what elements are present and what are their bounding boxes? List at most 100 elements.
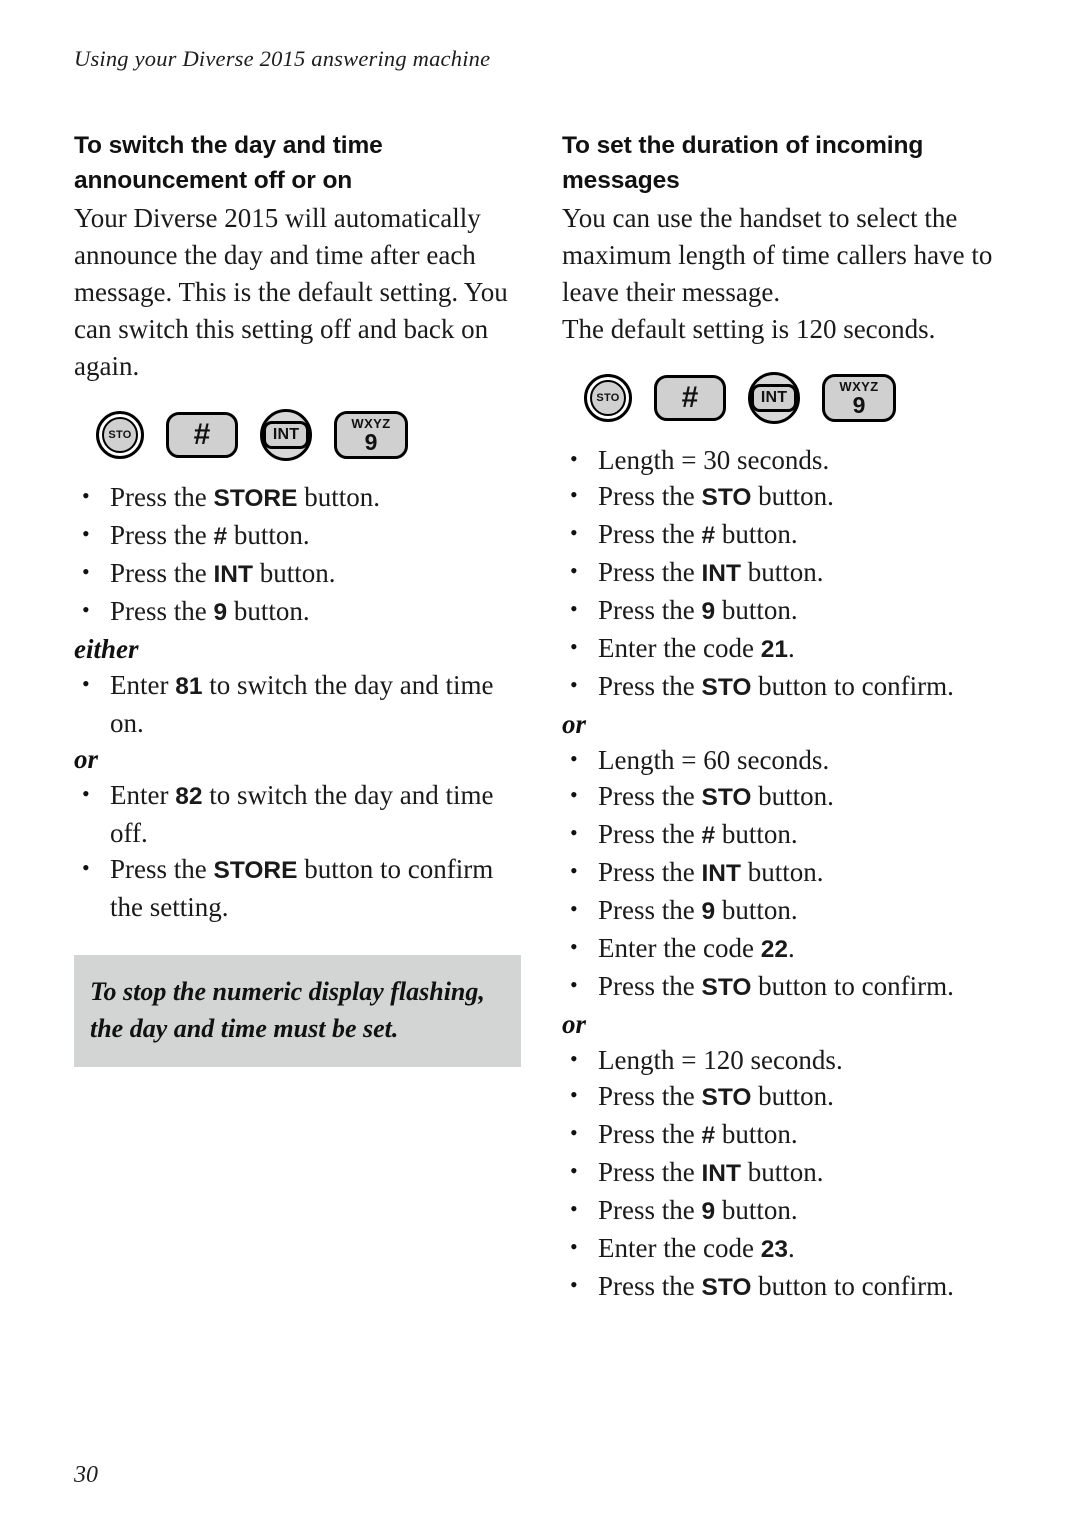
step-text: Press the xyxy=(598,857,702,887)
int-key-icon[interactable]: INT xyxy=(748,372,800,424)
step-text-tail: button. xyxy=(715,895,798,925)
step-key-token: STO xyxy=(701,974,752,1001)
step-text-tail: button to confirm. xyxy=(751,1271,954,1301)
step-key-token: STO xyxy=(701,784,752,811)
int-key-label: INT xyxy=(760,389,788,406)
step-text: Press the xyxy=(598,671,702,701)
step-key-token: STORE xyxy=(213,485,298,512)
step-text: Press the xyxy=(598,895,702,925)
step-text: Enter xyxy=(110,780,176,810)
step-key-token: 23 xyxy=(760,1236,788,1263)
step-item: Press the INT button. xyxy=(562,1153,1014,1192)
connector-or-left: or xyxy=(74,744,99,774)
step-text-tail: button. xyxy=(740,857,824,887)
step-text-tail: button. xyxy=(715,1195,798,1225)
nine-key-digit: 9 xyxy=(852,391,866,418)
step-item: Enter 82 to switch the day and time off. xyxy=(74,776,526,851)
step-text-tail: button. xyxy=(751,481,834,511)
store-key-icon[interactable]: STO xyxy=(584,374,632,422)
manual-page: Using your Diverse 2015 answering machin… xyxy=(0,0,1080,1529)
nine-key-letters: WXYZ xyxy=(351,415,391,431)
step-text-tail: . xyxy=(787,633,795,663)
hash-key-icon[interactable]: # xyxy=(166,412,238,458)
nine-key-digit: 9 xyxy=(364,428,378,455)
step-text: Press the xyxy=(598,971,702,1001)
note-callout-box: To stop the numeric display flashing, th… xyxy=(74,955,521,1067)
step-text: Press the xyxy=(110,854,214,884)
page-number: 30 xyxy=(74,1462,98,1488)
hash-key-label: # xyxy=(681,381,699,414)
step-item: Press the # button. xyxy=(562,515,1014,554)
right-keypad-sequence: STO # INT WXYZ 9 xyxy=(584,370,1014,426)
int-key-icon[interactable]: INT xyxy=(260,409,312,461)
step-text-tail: button to confirm. xyxy=(751,971,954,1001)
step-text: Press the xyxy=(598,1195,702,1225)
step-item: Press the STO button to confirm. xyxy=(562,967,1014,1006)
step-text: Press the xyxy=(598,781,702,811)
left-column: To switch the day and time announcement … xyxy=(74,128,526,1067)
step-text-tail: . xyxy=(787,933,795,963)
int-key-plate: INT xyxy=(263,421,309,449)
step-text: Press the xyxy=(598,519,702,549)
step-key-token: INT xyxy=(213,561,253,588)
step-text: Enter the code xyxy=(598,633,761,663)
store-key-icon[interactable]: STO xyxy=(96,411,144,459)
left-steps-main: Press the STORE button.Press the # butto… xyxy=(74,478,526,631)
step-item: Press the STO button. xyxy=(562,777,1014,816)
step-text-tail: button. xyxy=(740,557,824,587)
step-text: Press the xyxy=(598,1271,702,1301)
step-text-tail: button. xyxy=(751,1081,834,1111)
note-callout-text: To stop the numeric display flashing, th… xyxy=(90,977,485,1043)
nine-key-letters: WXYZ xyxy=(839,378,879,394)
step-key-token: INT xyxy=(701,1160,741,1187)
step-key-token: # xyxy=(701,822,716,849)
step-item: Press the STORE button to confirm the se… xyxy=(74,850,526,925)
step-text: Length = 120 seconds. xyxy=(598,1045,843,1075)
step-text: Press the xyxy=(110,520,214,550)
store-key-disc: STO xyxy=(590,380,626,416)
left-intro-paragraph: Your Diverse 2015 will automatically ann… xyxy=(74,203,508,381)
step-text: Enter xyxy=(110,670,176,700)
step-text: Press the xyxy=(598,557,702,587)
step-text: Press the xyxy=(598,595,702,625)
right-section-heading: To set the duration of incoming messages xyxy=(562,132,924,194)
left-keypad-sequence: STO # INT WXYZ 9 xyxy=(96,407,526,463)
step-text-tail: button. xyxy=(715,1119,798,1149)
nine-key-icon[interactable]: WXYZ 9 xyxy=(334,411,408,459)
step-key-token: # xyxy=(701,522,716,549)
step-text-tail: button. xyxy=(227,520,310,550)
step-key-token: 22 xyxy=(760,936,788,963)
step-key-token: 21 xyxy=(760,636,788,663)
step-key-token: # xyxy=(701,1122,716,1149)
step-item: Press the 9 button. xyxy=(562,591,1014,630)
step-key-token: INT xyxy=(701,860,741,887)
int-key-plate: INT xyxy=(751,384,797,412)
int-key-label: INT xyxy=(272,426,300,443)
step-item: Press the INT button. xyxy=(562,553,1014,592)
step-item: Enter 81 to switch the day and time on. xyxy=(74,666,526,741)
step-item: Enter the code 22. xyxy=(562,929,1014,968)
step-text-tail: . xyxy=(787,1233,795,1263)
step-item: Press the STORE button. xyxy=(74,478,526,517)
step-item: Press the STO button. xyxy=(562,1077,1014,1116)
connector-or-right-2: or xyxy=(562,1009,587,1039)
step-text: Press the xyxy=(598,481,702,511)
step-item: Press the STO button. xyxy=(562,477,1014,516)
nine-key-icon[interactable]: WXYZ 9 xyxy=(822,374,896,422)
step-text: Press the xyxy=(598,1081,702,1111)
left-section-heading: To switch the day and time announcement … xyxy=(74,132,383,194)
step-text: Press the xyxy=(598,1157,702,1187)
step-item: Press the STO button to confirm. xyxy=(562,667,1014,706)
step-item: Length = 120 seconds. xyxy=(562,1041,1014,1078)
step-text-tail: button. xyxy=(751,781,834,811)
right-column: To set the duration of incoming messages… xyxy=(562,128,1014,1306)
step-text-tail: button to confirm. xyxy=(751,671,954,701)
step-key-token: # xyxy=(213,523,228,550)
step-text: Press the xyxy=(110,596,214,626)
step-item: Press the # button. xyxy=(562,1115,1014,1154)
step-item: Press the INT button. xyxy=(74,554,526,593)
step-item: Enter the code 23. xyxy=(562,1229,1014,1268)
right-steps-group-1: Length = 30 seconds.Press the STO button… xyxy=(562,441,1014,706)
hash-key-icon[interactable]: # xyxy=(654,375,726,421)
step-key-token: 9 xyxy=(701,598,716,625)
